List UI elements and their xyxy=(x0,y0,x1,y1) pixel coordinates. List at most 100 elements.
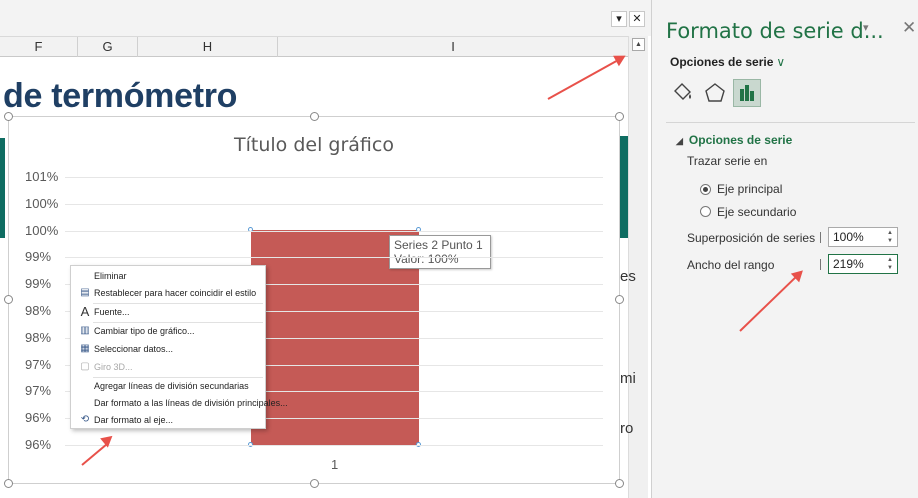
menu-item-label: Fuente... xyxy=(94,307,130,317)
fill-line-icon[interactable] xyxy=(669,79,697,107)
chart-resize-handle[interactable] xyxy=(310,112,319,121)
menu-item-label: Eliminar xyxy=(94,271,127,281)
series-options-dropdown-label: Opciones de serie xyxy=(670,55,774,69)
y-axis-tick-label: 98% xyxy=(25,303,52,318)
pane-title: Formato de serie d... xyxy=(666,19,884,43)
chart-resize-handle[interactable] xyxy=(615,112,624,121)
font-icon: A xyxy=(80,304,90,319)
y-axis-tick-label: 98% xyxy=(25,329,52,345)
plot-series-on-label: Trazar serie en xyxy=(687,154,768,168)
gridline xyxy=(65,257,603,259)
menu-item-restablecer[interactable]: ▤ Restablecer para hacer coincidir el es… xyxy=(71,284,265,302)
menu-item-formato-eje[interactable]: ⟲ Dar formato al eje... xyxy=(71,411,265,429)
annotation-arrow xyxy=(739,271,802,332)
pane-options-icon[interactable]: ▾ xyxy=(863,21,869,34)
primary-axis-radio[interactable] xyxy=(700,184,711,195)
menu-item-giro-3d: ▢ Giro 3D... xyxy=(71,358,265,376)
format-axis-icon: ⟲ xyxy=(80,414,90,425)
section-title: Opciones de serie xyxy=(688,133,793,147)
close-window-button[interactable]: ✕ xyxy=(629,11,645,27)
gridline xyxy=(65,177,603,178)
menu-item-seleccionar-datos[interactable]: ▦ Seleccionar datos... xyxy=(71,340,265,358)
menu-item-lineas-principales[interactable]: Dar formato a las líneas de división pri… xyxy=(71,394,288,412)
menu-item-fuente[interactable]: A Fuente... xyxy=(71,303,265,321)
menu-item-label: Agregar líneas de división secundarias xyxy=(94,381,249,391)
menu-item-eliminar[interactable]: Eliminar xyxy=(71,267,265,285)
series-overlap-slider[interactable] xyxy=(820,232,821,243)
y-axis-tick-label: 100% xyxy=(25,195,59,211)
format-series-pane: Formato de serie d... ▾ ✕ Opciones de se… xyxy=(651,0,918,498)
y-axis-tick-label: 100% xyxy=(25,222,59,238)
y-axis-tick-label: 99% xyxy=(25,249,52,265)
menu-item-label: Dar formato a las líneas de división pri… xyxy=(94,398,288,408)
worksheet-area: ▾ ✕ F G H I ▲ de termómetro es mi ro Tít… xyxy=(0,0,651,498)
x-axis-category-label: 1 xyxy=(331,457,339,472)
y-axis-tick-label: 99% xyxy=(25,276,52,292)
y-axis-tick-label: 97% xyxy=(25,356,52,372)
series-overlap-value: 100% xyxy=(833,230,864,244)
pane-close-icon[interactable]: ✕ xyxy=(902,18,916,38)
gridline xyxy=(65,445,603,446)
chart-resize-handle[interactable] xyxy=(4,479,13,488)
menu-item-label: Seleccionar datos... xyxy=(94,344,174,354)
primary-axis-label[interactable]: Eje principal xyxy=(717,182,782,196)
series-tooltip: Series 2 Punto 1 Valor: 100% xyxy=(389,235,491,269)
y-axis-tick-label: 96% xyxy=(25,437,52,452)
rotate-3d-icon: ▢ xyxy=(80,361,90,372)
series-options-section-header[interactable]: ◢ Opciones de serie xyxy=(676,133,792,147)
gridline xyxy=(65,203,603,205)
column-headers: F G H I xyxy=(0,36,628,57)
series-options-dropdown[interactable]: Opciones de serie ∨ xyxy=(670,55,785,69)
effects-icon[interactable] xyxy=(701,79,729,107)
sheet-title-text: de termómetro xyxy=(3,77,238,115)
column-header-f[interactable]: F xyxy=(0,37,78,57)
y-axis-tick-label: 97% xyxy=(25,383,52,399)
menu-item-lineas-secundarias[interactable]: Agregar líneas de división secundarias xyxy=(71,377,265,395)
gap-width-value: 219% xyxy=(833,257,864,271)
y-axis-tick-label: 101% xyxy=(25,169,59,184)
spinner-icon[interactable]: ▲ ▼ xyxy=(885,229,895,245)
y-axis-tick-label: 96% xyxy=(25,410,52,426)
gridline xyxy=(65,230,603,232)
series-options-icon[interactable] xyxy=(733,79,761,107)
chart-resize-handle[interactable] xyxy=(4,112,13,121)
select-data-icon: ▦ xyxy=(80,343,90,354)
gap-width-input[interactable]: 219% ▲ ▼ xyxy=(828,254,898,274)
column-header-h[interactable]: H xyxy=(138,37,278,57)
menu-item-label: Cambiar tipo de gráfico... xyxy=(94,326,195,336)
chart-type-icon: ▥ xyxy=(80,325,90,336)
chart-resize-handle[interactable] xyxy=(615,479,624,488)
chevron-down-icon: ∨ xyxy=(776,55,786,69)
pane-divider xyxy=(666,122,915,123)
scroll-up-icon[interactable]: ▲ xyxy=(632,38,645,51)
cell-text-fragment: es xyxy=(620,268,636,285)
ribbon-dropdown-button[interactable]: ▾ xyxy=(611,11,627,27)
context-menu: Eliminar ▤ Restablecer para hacer coinci… xyxy=(70,265,288,429)
collapse-triangle-icon: ◢ xyxy=(676,136,683,146)
menu-item-cambiar-tipo[interactable]: ▥ Cambiar tipo de gráfico... xyxy=(71,322,265,340)
chart-title[interactable]: Título del gráfico xyxy=(234,134,394,156)
chart-resize-handle[interactable] xyxy=(310,479,319,488)
cell-text-fragment: ro xyxy=(620,420,634,437)
sheet-top-strip: ▾ ✕ xyxy=(0,0,651,36)
tooltip-line: Valor: 100% xyxy=(394,252,459,266)
secondary-axis-radio[interactable] xyxy=(700,206,711,217)
teal-cell-left xyxy=(0,138,5,238)
secondary-axis-label[interactable]: Eje secundario xyxy=(717,205,796,219)
teal-cell-right xyxy=(620,136,628,238)
menu-item-label: Restablecer para hacer coincidir el esti… xyxy=(94,288,257,298)
tooltip-line: Series 2 Punto 1 xyxy=(394,238,483,252)
spinner-icon[interactable]: ▲ ▼ xyxy=(885,256,895,272)
gap-width-label: Ancho del rango xyxy=(687,258,775,272)
reset-style-icon: ▤ xyxy=(80,287,90,298)
annotation-arrow xyxy=(547,60,617,100)
column-header-i[interactable]: I xyxy=(278,37,628,57)
column-header-g[interactable]: G xyxy=(78,37,138,57)
gap-width-slider[interactable] xyxy=(820,259,821,270)
chart-resize-handle[interactable] xyxy=(4,295,13,304)
series-overlap-label: Superposición de series xyxy=(687,231,816,245)
menu-item-label: Dar formato al eje... xyxy=(94,415,174,425)
chart-resize-handle[interactable] xyxy=(615,295,624,304)
series-overlap-input[interactable]: 100% ▲ ▼ xyxy=(828,227,898,247)
menu-item-label: Giro 3D... xyxy=(94,362,133,372)
